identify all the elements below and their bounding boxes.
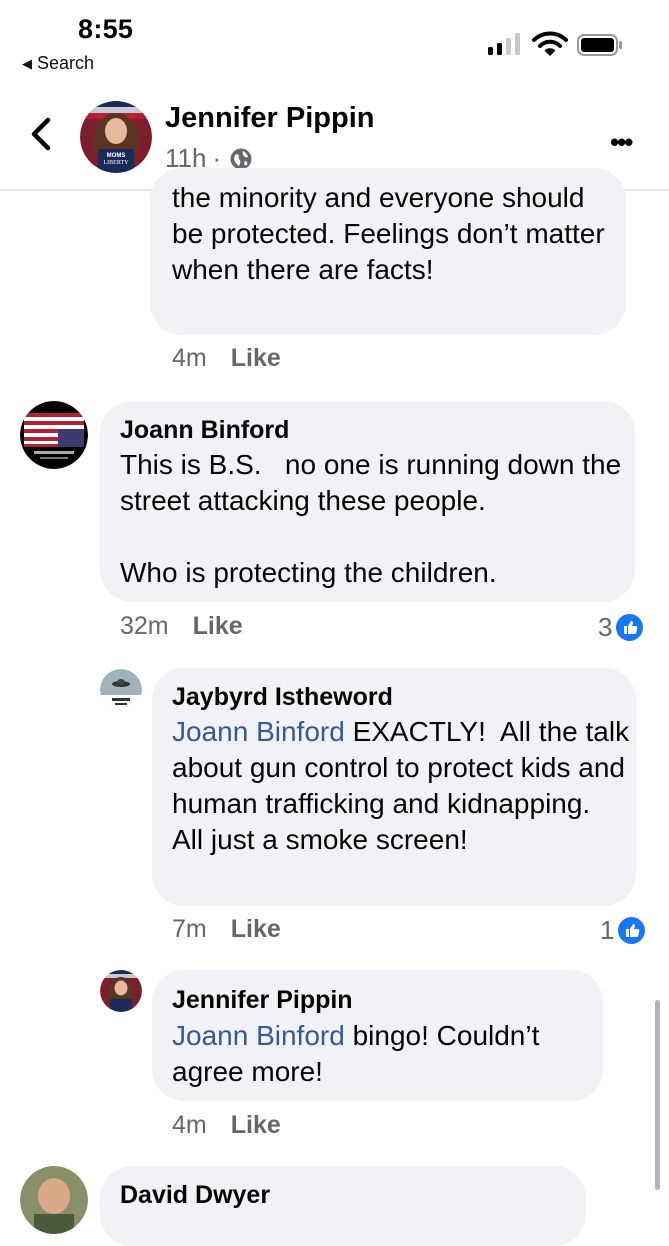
- reaction-count-value: 3: [598, 612, 613, 642]
- profile-photo-david-dwyer: [20, 1166, 88, 1234]
- like-button[interactable]: Like: [231, 344, 281, 372]
- comment-text: Joann Binford EXACTLY! All the talk abou…: [172, 714, 632, 858]
- avatar[interactable]: MOMS LIBERTY: [80, 101, 152, 173]
- comment-time: 7m: [172, 915, 207, 943]
- scrollbar[interactable]: [655, 1000, 660, 1190]
- reaction-count[interactable]: 1: [600, 915, 646, 946]
- avatar[interactable]: [100, 669, 142, 711]
- comment-meta: 7m Like: [172, 915, 281, 944]
- comment-meta: 4m Like: [172, 1111, 281, 1140]
- comment-text: This is B.S. no one is running down the …: [120, 449, 622, 588]
- comment-author-name[interactable]: Jennifer Pippin: [172, 986, 353, 1015]
- like-button[interactable]: Like: [231, 1111, 281, 1139]
- profile-photo-jennifer-pippin: [100, 970, 142, 1012]
- comment-time: 4m: [172, 1111, 207, 1139]
- post-author-name[interactable]: Jennifer Pippin: [165, 102, 374, 135]
- battery-icon: [577, 34, 622, 56]
- back-app-label: Search: [37, 53, 95, 73]
- profile-photo-jennifer-pippin: MOMS LIBERTY: [80, 101, 152, 173]
- comment-meta: 32m Like: [120, 612, 243, 641]
- thumbs-up-icon: [618, 917, 646, 944]
- wifi-icon: [532, 31, 568, 56]
- more-options-icon[interactable]: •••: [610, 127, 633, 158]
- avatar[interactable]: [20, 401, 88, 469]
- back-to-app-link[interactable]: ◀ Search: [22, 53, 94, 74]
- comment-time: 32m: [120, 612, 169, 640]
- profile-photo-upside-down-flag: [20, 401, 88, 469]
- comment-meta: 4m Like: [172, 344, 281, 373]
- avatar[interactable]: [100, 970, 142, 1012]
- comment-author-name[interactable]: Joann Binford: [120, 416, 289, 445]
- back-triangle-icon: ◀: [22, 56, 32, 71]
- svg-text:MOMS: MOMS: [107, 153, 126, 159]
- globe-icon: [230, 148, 252, 169]
- chevron-left-icon[interactable]: [26, 114, 58, 154]
- status-time: 8:55: [78, 14, 134, 44]
- comment-text: the minority and everyone should be prot…: [172, 182, 613, 285]
- svg-text:LIBERTY: LIBERTY: [104, 160, 130, 166]
- mention-link[interactable]: Joann Binford: [172, 1020, 345, 1051]
- thumbs-up-icon: [616, 614, 644, 641]
- like-button[interactable]: Like: [193, 612, 243, 640]
- comment-text: Joann Binford bingo! Couldn’t agree more…: [172, 1018, 592, 1090]
- comment-author-name[interactable]: Jaybyrd Istheword: [172, 683, 393, 712]
- comment-time: 4m: [172, 344, 207, 372]
- mention-link[interactable]: Joann Binford: [172, 716, 345, 747]
- reaction-count-value: 1: [600, 915, 615, 945]
- reaction-count[interactable]: 3: [598, 612, 644, 643]
- profile-photo-ufo: [100, 669, 142, 711]
- like-button[interactable]: Like: [231, 915, 281, 943]
- comment-author-name[interactable]: David Dwyer: [120, 1181, 270, 1210]
- avatar[interactable]: [20, 1166, 88, 1234]
- cellular-signal-icon: [488, 33, 524, 55]
